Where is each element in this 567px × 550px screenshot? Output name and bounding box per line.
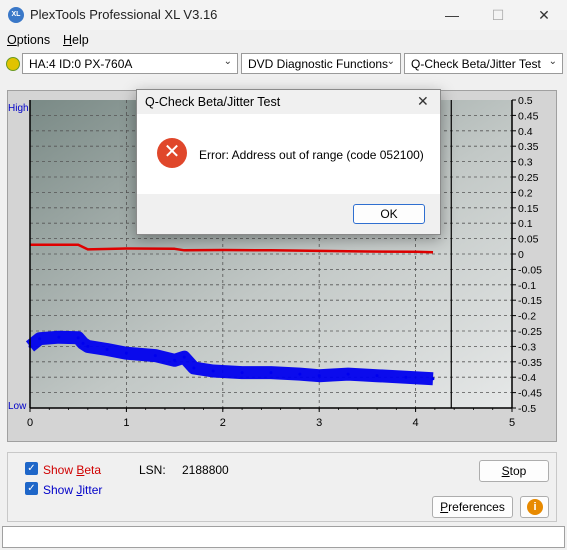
y-tick-label: 0.35: [518, 141, 539, 153]
jitter-data-point: [81, 341, 85, 345]
jitter-data-point: [38, 337, 42, 341]
dialog-close-button[interactable]: ✕: [417, 93, 429, 110]
error-message: Error: Address out of range (code 052100…: [199, 148, 424, 162]
y-tick-label: 0.1: [518, 218, 533, 230]
show-jitter-checkbox[interactable]: ✓: [25, 482, 38, 495]
preferences-button[interactable]: Preferences: [432, 496, 513, 518]
x-tick-label: 2: [220, 417, 226, 429]
jitter-data-point: [192, 366, 196, 370]
y-tick-label: 0.5: [518, 95, 533, 107]
show-beta-label[interactable]: Show Beta: [43, 463, 101, 477]
info-button[interactable]: i: [520, 496, 549, 518]
y-tick-label: -0.1: [518, 280, 536, 292]
y-tick-label: -0.15: [518, 295, 542, 307]
jitter-data-point: [211, 369, 215, 373]
jitter-data-point: [269, 371, 273, 375]
jitter-data-point: [124, 351, 128, 355]
y-tick-label: 0.45: [518, 110, 539, 122]
x-tick-label: 4: [413, 417, 419, 429]
y-tick-label: 0.3: [518, 157, 533, 169]
show-beta-checkbox[interactable]: ✓: [25, 462, 38, 475]
stop-button[interactable]: Stop: [479, 460, 549, 482]
lsn-label: LSN:: [139, 463, 166, 477]
y-tick-label: 0.15: [518, 203, 539, 215]
y-tick-label: -0.45: [518, 388, 542, 400]
lsn-value: 2188800: [182, 463, 229, 477]
jitter-data-point: [105, 347, 109, 351]
jitter-data-point: [240, 371, 244, 375]
jitter-data-point: [57, 335, 61, 339]
y-tick-label: -0.4: [518, 372, 536, 384]
jitter-data-point: [375, 374, 379, 378]
y-tick-label: 0: [518, 249, 524, 261]
jitter-data-point: [317, 374, 321, 378]
y-tick-label: -0.5: [518, 403, 536, 415]
jitter-data-point: [298, 372, 302, 376]
info-icon: i: [527, 499, 543, 515]
y-tick-label: 0.4: [518, 126, 533, 138]
x-tick-label: 0: [27, 417, 33, 429]
jitter-data-point: [431, 377, 435, 381]
y-tick-label: -0.2: [518, 311, 536, 323]
x-tick-label: 3: [316, 417, 322, 429]
ok-button[interactable]: OK: [353, 204, 425, 224]
y-tick-label: 0.2: [518, 187, 533, 199]
jitter-data-point: [86, 344, 90, 348]
show-jitter-label[interactable]: Show Jitter: [43, 483, 102, 497]
error-dialog: Q-Check Beta/Jitter Test ✕ ✕ Error: Addr…: [136, 89, 441, 235]
error-icon: ✕: [157, 138, 187, 168]
low-label: Low: [8, 401, 27, 412]
y-tick-label: -0.35: [518, 357, 542, 369]
dialog-body: ✕ Error: Address out of range (code 0521…: [137, 114, 440, 194]
status-bar: [2, 526, 565, 548]
jitter-data-point: [153, 354, 157, 358]
y-tick-label: -0.05: [518, 264, 542, 276]
y-tick-label: 0.25: [518, 172, 539, 184]
y-tick-label: -0.3: [518, 341, 536, 353]
jitter-data-point: [346, 372, 350, 376]
jitter-data-point: [182, 355, 186, 359]
jitter-data-point: [404, 375, 408, 379]
x-tick-label: 1: [123, 417, 129, 429]
high-label: High: [8, 103, 29, 114]
y-tick-label: 0.05: [518, 234, 539, 246]
dialog-title: Q-Check Beta/Jitter Test: [145, 95, 281, 109]
dialog-title-bar: Q-Check Beta/Jitter Test ✕: [137, 90, 440, 114]
jitter-data-point: [76, 336, 80, 340]
jitter-data-point: [173, 358, 177, 362]
y-tick-label: -0.25: [518, 326, 542, 338]
x-tick-label: 5: [509, 417, 515, 429]
